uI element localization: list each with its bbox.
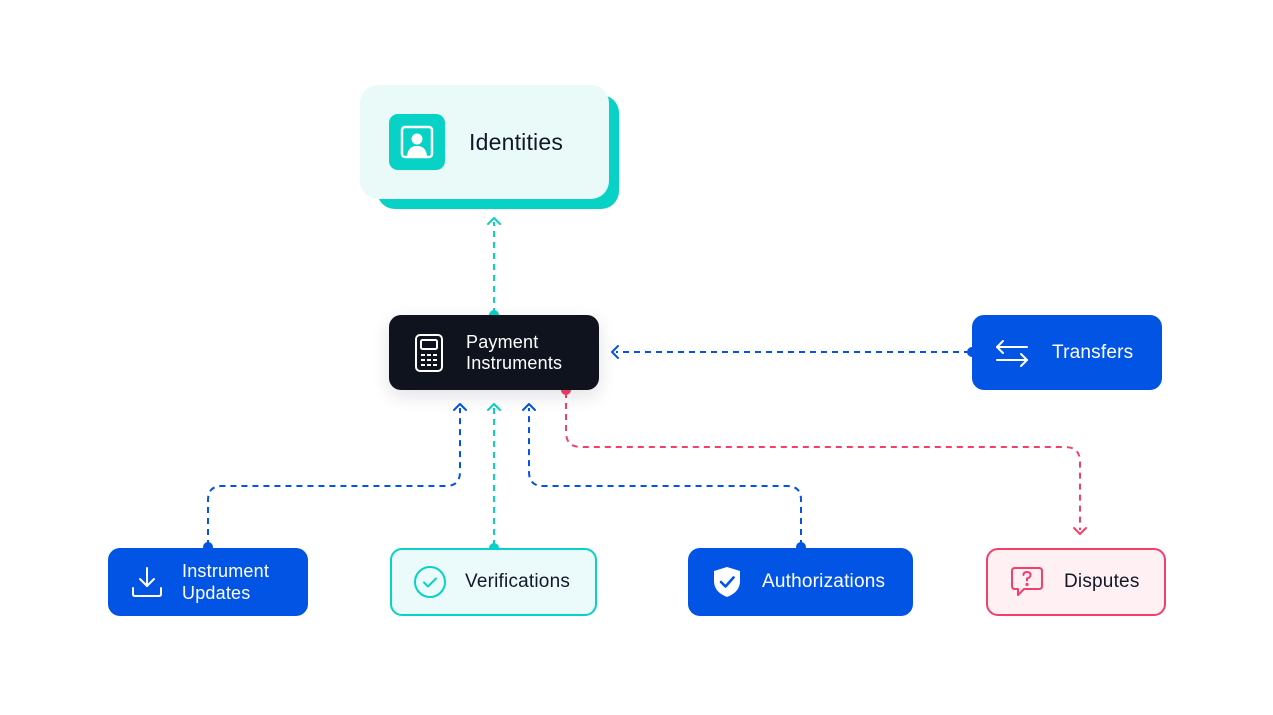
instrument-updates-label-line2: Updates bbox=[182, 583, 251, 603]
arrows-exchange-icon bbox=[994, 338, 1030, 368]
identities-label: Identities bbox=[469, 129, 564, 155]
authorizations-label: Authorizations bbox=[762, 571, 886, 592]
identities-node[interactable]: Identities bbox=[360, 85, 609, 199]
instrument-updates-label-line1: Instrument bbox=[182, 561, 270, 581]
disputes-node[interactable]: Disputes bbox=[986, 548, 1166, 616]
payment-instruments-label-line1: Payment bbox=[466, 331, 539, 352]
card-terminal-icon bbox=[414, 333, 444, 373]
payment-instruments-node[interactable]: Payment Instruments bbox=[389, 315, 599, 390]
transfers-node[interactable]: Transfers bbox=[972, 315, 1162, 390]
edge-updates-to-payment bbox=[207, 408, 461, 546]
verifications-node[interactable]: Verifications bbox=[390, 548, 597, 616]
authorizations-node[interactable]: Authorizations bbox=[688, 548, 913, 616]
verifications-label: Verifications bbox=[465, 571, 571, 592]
question-bubble-icon bbox=[1010, 565, 1044, 599]
edge-authorizations-to-payment bbox=[528, 408, 802, 546]
user-portrait-icon bbox=[389, 114, 445, 170]
payment-instruments-label: Payment Instruments bbox=[466, 332, 562, 374]
shield-check-icon bbox=[712, 565, 742, 599]
check-circle-icon bbox=[413, 565, 447, 599]
download-icon bbox=[130, 565, 164, 599]
instrument-updates-node[interactable]: Instrument Updates bbox=[108, 548, 308, 616]
edge-payment-to-disputes bbox=[565, 392, 1081, 530]
transfers-label: Transfers bbox=[1052, 341, 1134, 363]
instrument-updates-label: Instrument Updates bbox=[182, 560, 269, 604]
payment-instruments-label-line2: Instruments bbox=[466, 352, 563, 373]
disputes-label: Disputes bbox=[1064, 571, 1140, 592]
